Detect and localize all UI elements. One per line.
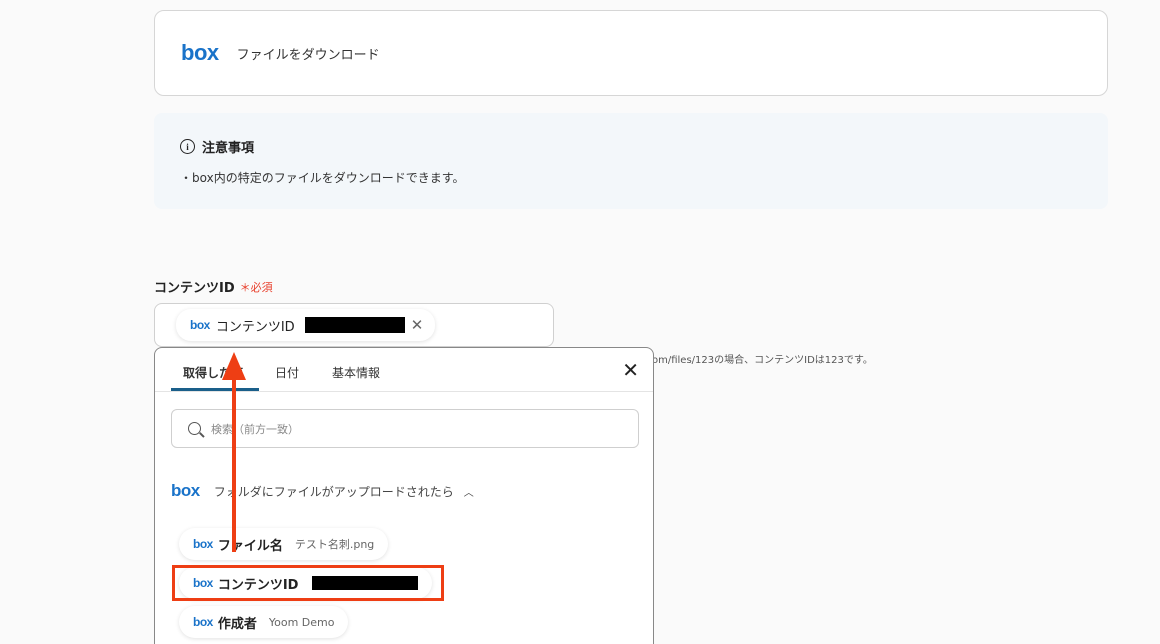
- trigger-group-header[interactable]: box フォルダにファイルがアップロードされたら ︿: [171, 481, 474, 501]
- notice-panel: i 注意事項 ・box内の特定のファイルをダウンロードできます。: [154, 113, 1108, 209]
- chip-label: コンテンツID: [215, 319, 295, 335]
- content-id-chip[interactable]: box コンテンツID ✕: [176, 309, 436, 341]
- chevron-up-icon: ︿: [463, 487, 474, 499]
- output-name: ファイル名: [217, 538, 283, 554]
- output-name: 作成者: [217, 616, 257, 632]
- group-label: フォルダにファイルがアップロードされたら: [213, 484, 454, 499]
- search-icon: [188, 422, 201, 435]
- notice-header: i 注意事項: [180, 137, 1082, 156]
- tab-date[interactable]: 日付: [275, 364, 299, 381]
- notice-body: ・box内の特定のファイルをダウンロードできます。: [180, 171, 465, 185]
- redacted-value: [304, 317, 405, 333]
- field-label-text: コンテンツID: [154, 281, 235, 296]
- required-badge: ＊必須: [239, 280, 273, 294]
- box-logo: box: [181, 40, 219, 65]
- annotation-arrow-shaft: [232, 372, 236, 552]
- output-value: テスト名刺.png: [294, 538, 375, 551]
- close-icon[interactable]: ✕: [622, 360, 639, 380]
- box-logo: box: [193, 537, 213, 551]
- chip-remove-icon[interactable]: ✕: [411, 316, 424, 334]
- info-icon: i: [180, 139, 195, 154]
- box-logo: box: [190, 318, 210, 332]
- content-id-label: コンテンツID ＊必須: [154, 277, 273, 297]
- tab-basic-info[interactable]: 基本情報: [332, 364, 380, 381]
- helper-text: om/files/123の場合、コンテンツIDは123です。: [652, 355, 873, 366]
- highlight-box: [172, 565, 444, 601]
- search-input[interactable]: 検索（前方一致）: [171, 409, 639, 448]
- action-label: ファイルをダウンロード: [236, 47, 380, 63]
- active-tab-indicator: [171, 388, 259, 391]
- output-chip-filename[interactable]: box ファイル名 テスト名刺.png: [179, 528, 389, 560]
- output-value: Yoom Demo: [268, 615, 335, 629]
- notice-title: 注意事項: [202, 141, 255, 156]
- box-logo: box: [193, 615, 213, 629]
- action-card[interactable]: box ファイルをダウンロード: [154, 10, 1108, 96]
- annotation-arrow-head: [222, 352, 246, 380]
- box-logo: box: [171, 481, 200, 500]
- search-placeholder: 検索（前方一致）: [211, 422, 299, 436]
- output-chip-author[interactable]: box 作成者 Yoom Demo: [179, 606, 349, 638]
